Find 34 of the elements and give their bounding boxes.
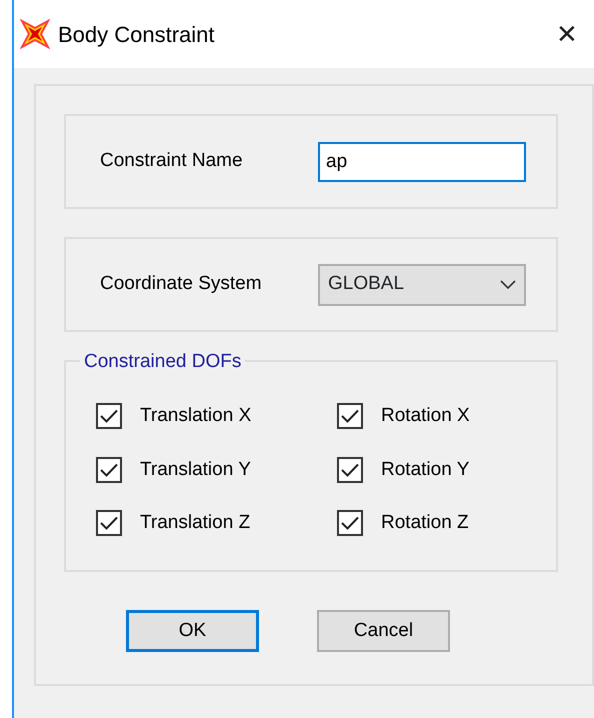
checkbox-label: Rotation X — [381, 404, 470, 428]
field-label: Coordinate System — [100, 272, 263, 296]
checkbox[interactable] — [337, 403, 363, 430]
checkbox-option[interactable]: Translation X — [96, 402, 337, 430]
constraint-name-field[interactable]: ap — [318, 142, 526, 182]
checkbox-option[interactable]: Translation Y — [96, 456, 337, 484]
checkbox-label: Translation Z — [140, 511, 250, 535]
checkbox-label: Rotation Z — [381, 511, 469, 535]
coordinate-system-dropdown[interactable]: GLOBAL — [318, 264, 526, 306]
ok-button[interactable]: OK — [126, 610, 259, 652]
checkbox-label: Rotation Y — [381, 458, 470, 482]
checkmark-icon — [100, 516, 118, 530]
checkbox[interactable] — [96, 403, 122, 430]
checkmark-icon — [341, 516, 359, 530]
checkbox[interactable] — [96, 510, 122, 536]
cancel-button[interactable]: Cancel — [317, 610, 450, 652]
checkmark-icon — [341, 409, 359, 424]
app-icon — [20, 19, 50, 49]
caret-icon — [500, 280, 516, 290]
checkbox[interactable] — [96, 456, 122, 483]
checkmark-icon — [100, 409, 118, 424]
checkbox-option[interactable]: Rotation X — [337, 402, 537, 430]
checkmark-icon — [341, 462, 359, 477]
close-button[interactable]: ✕ — [550, 21, 584, 47]
checkbox-label: Translation X — [140, 404, 252, 428]
checkbox[interactable] — [337, 456, 363, 483]
checkbox-option[interactable]: Rotation Z — [337, 509, 537, 538]
checkbox-option[interactable]: Translation Z — [96, 509, 337, 538]
checkmark-icon — [100, 462, 118, 477]
field-label: Constraint Name — [100, 149, 244, 174]
checkbox-option[interactable]: Rotation Y — [337, 456, 537, 484]
checkbox[interactable] — [337, 510, 363, 536]
checkbox-label: Translation Y — [140, 458, 251, 482]
window-title: Body Constraint — [58, 20, 216, 49]
